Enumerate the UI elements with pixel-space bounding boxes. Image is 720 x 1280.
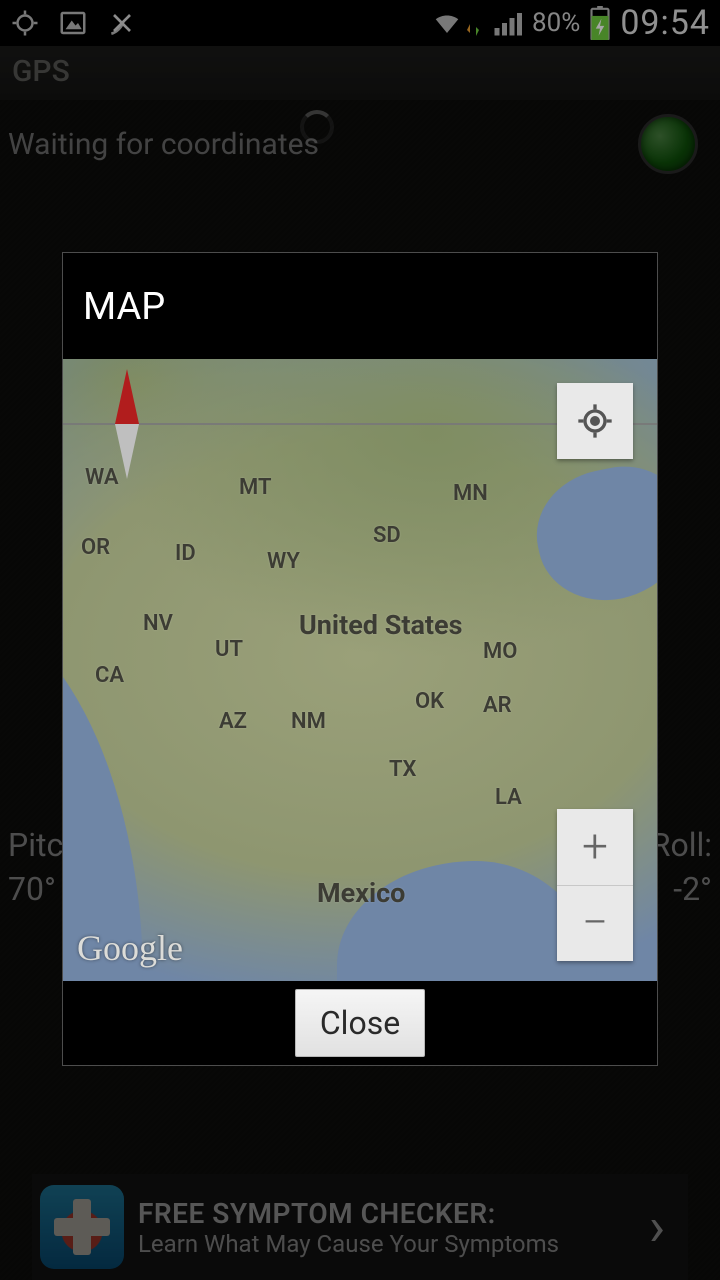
map-label: NV — [143, 611, 173, 636]
compass-icon — [103, 369, 151, 479]
map-label: MN — [453, 481, 488, 506]
my-location-button[interactable] — [557, 383, 633, 459]
map-label: AR — [483, 693, 512, 718]
map-label: NM — [291, 709, 326, 734]
dialog-footer: Close — [63, 981, 657, 1065]
map-attribution: Google — [77, 927, 183, 969]
map-label: OR — [81, 535, 110, 560]
map-dialog: MAP WA MT MN OR ID WY SD NV UT CA MO AZ … — [62, 252, 658, 1066]
map-label: TX — [389, 757, 416, 782]
map-canvas[interactable]: WA MT MN OR ID WY SD NV UT CA MO AZ NM O… — [63, 359, 657, 981]
map-label: CA — [95, 663, 124, 688]
map-country-label: United States — [299, 609, 463, 641]
zoom-in-button[interactable]: + — [557, 809, 633, 886]
lake-shape — [525, 455, 657, 613]
map-label: SD — [373, 523, 401, 548]
map-label: WY — [267, 549, 300, 574]
map-label: MO — [483, 639, 517, 664]
map-label: UT — [215, 637, 243, 662]
map-label: ID — [175, 541, 196, 566]
map-label: WA — [85, 465, 119, 490]
close-button[interactable]: Close — [295, 989, 425, 1057]
map-label: LA — [495, 785, 522, 810]
zoom-controls: + − — [557, 809, 633, 961]
map-label: AZ — [219, 709, 247, 734]
dialog-title: MAP — [63, 253, 657, 359]
map-country-label: Mexico — [317, 877, 405, 909]
zoom-out-button[interactable]: − — [557, 886, 633, 962]
map-label: OK — [415, 689, 444, 714]
ocean-shape — [63, 601, 143, 981]
map-label: MT — [239, 475, 271, 500]
